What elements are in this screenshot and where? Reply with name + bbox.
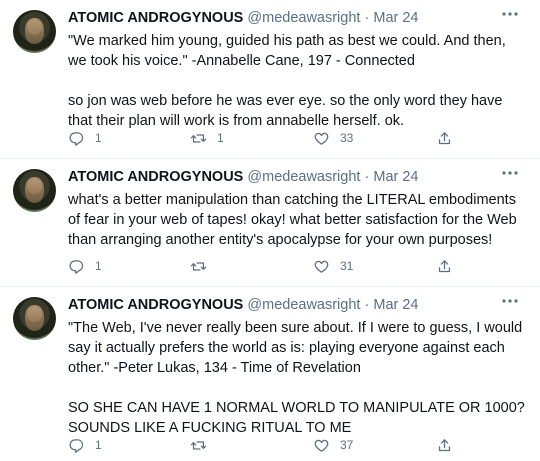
tweet-date[interactable]: Mar 24 bbox=[373, 169, 418, 185]
heart-icon bbox=[313, 258, 330, 275]
tweet-date[interactable]: Mar 24 bbox=[373, 297, 418, 313]
share-icon bbox=[436, 258, 453, 275]
author-name[interactable]: ATOMIC ANDROGYNOUS bbox=[68, 10, 243, 26]
author-handle[interactable]: @medeawasright bbox=[247, 10, 360, 26]
like-button[interactable]: 33 bbox=[313, 128, 353, 148]
reply-count: 1 bbox=[95, 131, 102, 145]
heart-icon bbox=[313, 130, 330, 147]
author-handle[interactable]: @medeawasright bbox=[247, 297, 360, 313]
reply-icon bbox=[68, 258, 85, 275]
like-count: 37 bbox=[340, 438, 354, 452]
share-icon bbox=[436, 437, 453, 454]
separator-dot: · bbox=[364, 10, 370, 26]
share-button[interactable] bbox=[436, 128, 453, 148]
tweet-header: ATOMIC ANDROGYNOUS @medeawasright · Mar … bbox=[68, 295, 528, 315]
like-button[interactable]: 37 bbox=[313, 435, 353, 455]
retweet-count: 1 bbox=[217, 131, 224, 145]
author-handle[interactable]: @medeawasright bbox=[247, 169, 360, 185]
tweet[interactable]: ATOMIC ANDROGYNOUS @medeawasright · Mar … bbox=[0, 0, 540, 159]
share-button[interactable] bbox=[436, 256, 453, 276]
reply-icon bbox=[68, 130, 85, 147]
avatar[interactable] bbox=[13, 169, 56, 212]
tweet[interactable]: ATOMIC ANDROGYNOUS @medeawasright · Mar … bbox=[0, 287, 540, 461]
tweet-header: ATOMIC ANDROGYNOUS @medeawasright · Mar … bbox=[68, 167, 528, 187]
tweet-text: "We marked him young, guided his path as… bbox=[68, 33, 506, 129]
tweet[interactable]: ATOMIC ANDROGYNOUS @medeawasright · Mar … bbox=[0, 159, 540, 287]
tweet-text: "The Web, I've never really been sure ab… bbox=[68, 320, 525, 436]
avatar[interactable] bbox=[13, 10, 56, 53]
reply-button[interactable]: 1 bbox=[68, 256, 102, 276]
tweet-date[interactable]: Mar 24 bbox=[373, 10, 418, 26]
reply-icon bbox=[68, 437, 85, 454]
like-count: 33 bbox=[340, 131, 354, 145]
retweet-icon bbox=[190, 258, 207, 275]
reply-button[interactable]: 1 bbox=[68, 128, 102, 148]
more-icon[interactable] bbox=[498, 8, 522, 26]
reply-button[interactable]: 1 bbox=[68, 435, 102, 455]
more-icon[interactable] bbox=[498, 167, 522, 185]
retweet-button[interactable] bbox=[190, 435, 217, 455]
tweet-content: ATOMIC ANDROGYNOUS @medeawasright · Mar … bbox=[68, 295, 528, 438]
retweet-icon bbox=[190, 437, 207, 454]
tweet-content: ATOMIC ANDROGYNOUS @medeawasright · Mar … bbox=[68, 167, 528, 250]
like-count: 31 bbox=[340, 259, 354, 273]
retweet-icon bbox=[190, 130, 207, 147]
reply-count: 1 bbox=[95, 259, 102, 273]
like-button[interactable]: 31 bbox=[313, 256, 353, 276]
more-icon[interactable] bbox=[498, 295, 522, 313]
tweet-header: ATOMIC ANDROGYNOUS @medeawasright · Mar … bbox=[68, 8, 528, 28]
tweet-actions: 1 31 bbox=[68, 256, 468, 276]
author-name[interactable]: ATOMIC ANDROGYNOUS bbox=[68, 297, 243, 313]
separator-dot: · bbox=[364, 297, 370, 313]
tweet-actions: 1 1 33 bbox=[68, 128, 468, 148]
share-icon bbox=[436, 130, 453, 147]
heart-icon bbox=[313, 437, 330, 454]
tweet-text: what's a better manipulation than catchi… bbox=[68, 192, 521, 248]
separator-dot: · bbox=[364, 169, 370, 185]
retweet-button[interactable] bbox=[190, 256, 217, 276]
share-button[interactable] bbox=[436, 435, 453, 455]
tweet-content: ATOMIC ANDROGYNOUS @medeawasright · Mar … bbox=[68, 8, 528, 131]
author-name[interactable]: ATOMIC ANDROGYNOUS bbox=[68, 169, 243, 185]
avatar[interactable] bbox=[13, 297, 56, 340]
tweet-actions: 1 37 bbox=[68, 435, 468, 455]
retweet-button[interactable]: 1 bbox=[190, 128, 224, 148]
reply-count: 1 bbox=[95, 438, 102, 452]
